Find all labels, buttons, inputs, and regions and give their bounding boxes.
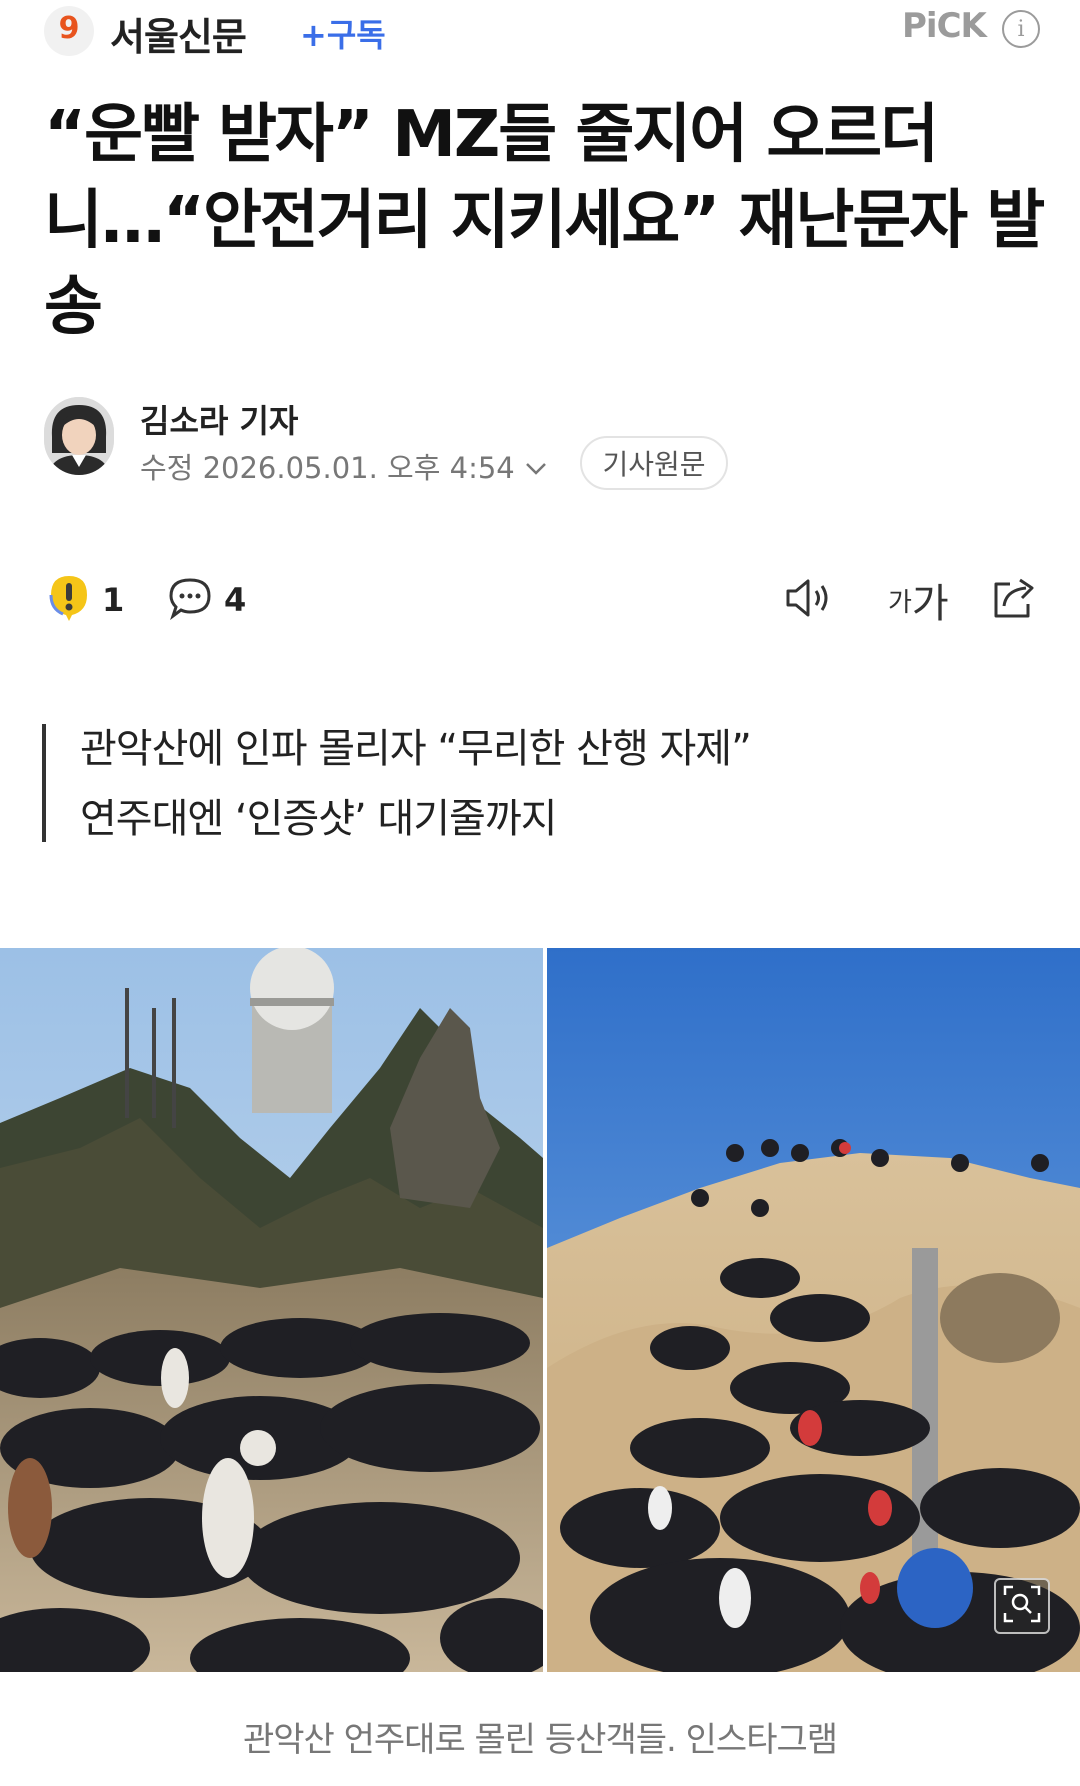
comment-button[interactable]: 4 bbox=[168, 560, 246, 640]
article-date-row[interactable]: 수정 2026.05.01. 오후 4:54 bbox=[140, 445, 547, 487]
reaction-button[interactable]: 1 bbox=[48, 560, 124, 640]
article-photo[interactable] bbox=[0, 948, 1080, 1672]
article-date: 수정 2026.05.01. 오후 4:54 bbox=[140, 451, 515, 485]
original-article-button[interactable]: 기사원문 bbox=[580, 436, 728, 490]
zoom-photo-button[interactable] bbox=[994, 1578, 1050, 1634]
article-summary: 관악산에 인파 몰리자 “무리한 산행 자제” 연주대엔 ‘인증샷’ 대기줄까지 bbox=[42, 724, 752, 842]
comment-count: 4 bbox=[224, 581, 247, 619]
font-size-small-label: 가 bbox=[888, 587, 912, 618]
reaction-count: 1 bbox=[102, 581, 125, 619]
article-action-bar: 1 4 가가 bbox=[0, 560, 1080, 640]
listen-button[interactable] bbox=[784, 560, 836, 640]
magnifier-icon bbox=[1003, 1585, 1041, 1627]
font-size-large-label: 가 bbox=[911, 581, 949, 627]
speaker-icon bbox=[784, 576, 836, 624]
press-logo[interactable]: 9 bbox=[44, 6, 94, 56]
article-title: “운빨 받자” MZ들 줄지어 오르더니…“안전거리 지키세요” 재난문자 발송 bbox=[44, 98, 1045, 344]
press-name[interactable]: 서울신문 bbox=[110, 6, 247, 61]
reporter-avatar[interactable] bbox=[44, 397, 114, 475]
font-size-button[interactable]: 가가 bbox=[888, 560, 949, 640]
press-header: 9 서울신문 +구독 PiCK i bbox=[0, 0, 1080, 80]
press-logo-glyph: 9 bbox=[58, 11, 80, 46]
chevron-down-icon bbox=[525, 449, 547, 483]
photo-caption: 관악산 언주대로 몰린 등산객들. 인스타그램 bbox=[242, 1720, 838, 1760]
summary-line: 연주대엔 ‘인증샷’ 대기줄까지 bbox=[80, 796, 557, 842]
share-button[interactable] bbox=[990, 560, 1038, 640]
info-icon[interactable]: i bbox=[1002, 10, 1040, 48]
exclamation-bubble-icon bbox=[48, 573, 90, 627]
share-arrow-icon bbox=[990, 576, 1038, 624]
reporter-name[interactable]: 김소라 기자 bbox=[140, 396, 298, 442]
summary-line: 관악산에 인파 몰리자 “무리한 산행 자제” bbox=[80, 726, 752, 772]
pick-label: PiCK bbox=[902, 6, 987, 46]
subscribe-button[interactable]: +구독 bbox=[300, 10, 386, 56]
speech-bubble-icon bbox=[168, 576, 212, 624]
